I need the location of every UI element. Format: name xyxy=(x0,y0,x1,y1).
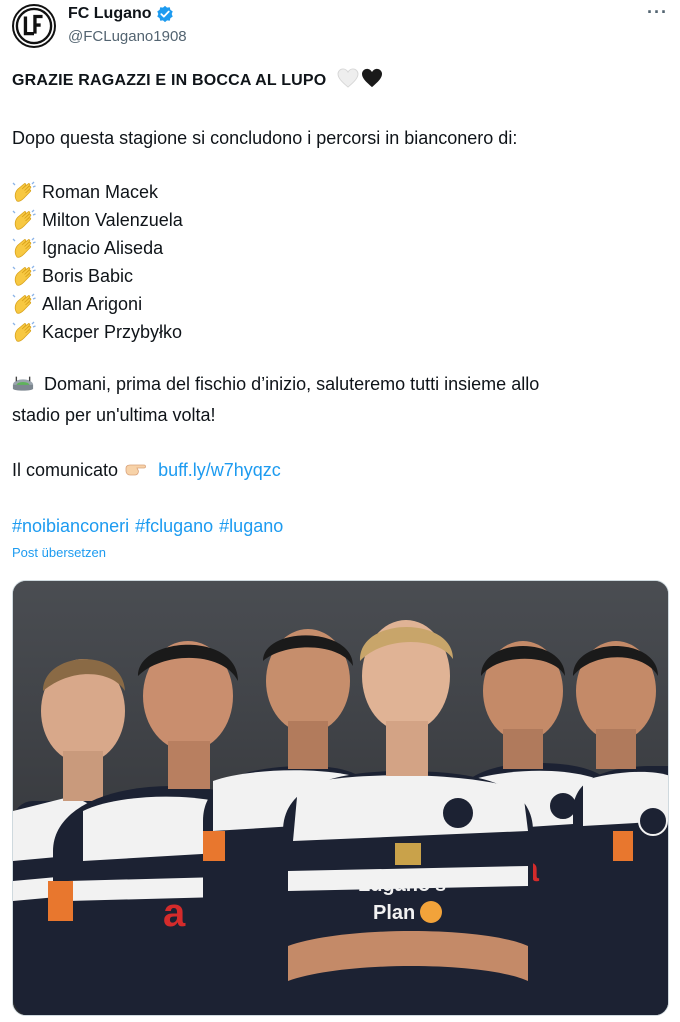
translate-post-link[interactable]: Post übersetzen xyxy=(12,545,106,560)
player-name: Boris Babic xyxy=(42,265,134,286)
list-item: Milton Valenzuela xyxy=(12,206,183,234)
waving-hand-icon xyxy=(12,181,36,202)
announcement-line-2: stadio per un'ultima volta! xyxy=(12,405,216,425)
team-photo[interactable]: a a xyxy=(12,580,669,1016)
list-item: Allan Arigoni xyxy=(12,290,183,318)
waving-hand-icon xyxy=(12,265,36,286)
announcement-text: Domani, prima del fischio d’inizio, salu… xyxy=(44,374,540,394)
player-list: Roman Macek Milton Valenzuela Ignacio Al… xyxy=(12,178,183,346)
author-display-name[interactable]: FC Lugano xyxy=(68,5,152,23)
svg-text:Lugano's: Lugano's xyxy=(358,874,446,896)
list-item: Roman Macek xyxy=(12,178,183,206)
white-heart-icon xyxy=(337,68,359,88)
comunicato-link[interactable]: buff.ly/w7hyqzc xyxy=(158,460,281,480)
more-icon[interactable]: ··· xyxy=(647,2,668,23)
verified-badge-icon xyxy=(156,5,173,23)
hearts-emoji xyxy=(337,68,383,88)
tweet-intro: Dopo questa stagione si concludono i per… xyxy=(12,128,518,148)
team-photo-image: a a xyxy=(13,581,668,1015)
player-name: Ignacio Aliseda xyxy=(42,237,164,258)
svg-text:Plan: Plan xyxy=(373,902,415,924)
list-item: Kacper Przybyłko xyxy=(12,318,183,346)
announcement-line-1: Domani, prima del fischio d’inizio, salu… xyxy=(12,372,539,396)
tweet-headline: GRAZIE RAGAZZI E IN BOCCA AL LUPO xyxy=(12,68,383,93)
player-figure xyxy=(573,641,668,1015)
pointing-right-icon xyxy=(125,464,146,476)
player-name: Kacper Przybyłko xyxy=(42,321,183,342)
list-item: Boris Babic xyxy=(12,262,183,290)
waving-hand-icon xyxy=(12,209,36,230)
waving-hand-icon xyxy=(12,237,36,258)
stadium-icon xyxy=(12,376,34,391)
headline-text: GRAZIE RAGAZZI E IN BOCCA AL LUPO xyxy=(12,72,327,89)
comunicato-label: Il comunicato xyxy=(12,460,119,480)
hashtag-link[interactable]: #noibianconeri xyxy=(12,516,129,536)
hashtag-link[interactable]: #fclugano xyxy=(135,516,213,536)
black-heart-icon xyxy=(362,68,383,88)
hashtag-link[interactable]: #lugano xyxy=(219,516,283,536)
tweet-card[interactable]: FC Lugano @FCLugano1908 ··· GRAZIE RAGAZ… xyxy=(0,0,680,1022)
waving-hand-icon xyxy=(12,321,36,342)
svg-text:a: a xyxy=(163,891,186,935)
hashtag-row: #noibianconeri #fclugano #lugano xyxy=(12,514,289,538)
comunicato-line: Il comunicato buff.ly/w7hyqzc xyxy=(12,458,281,482)
player-name: Milton Valenzuela xyxy=(42,209,183,230)
svg-text:UBS Helpetica: UBS Helpetica xyxy=(113,825,195,839)
avatar[interactable] xyxy=(12,4,56,48)
fc-lugano-logo-icon xyxy=(15,7,53,45)
player-name: Roman Macek xyxy=(42,181,159,202)
waving-hand-icon xyxy=(12,293,36,314)
author-name-row: FC Lugano xyxy=(68,5,174,23)
player-name: Allan Arigoni xyxy=(42,293,143,314)
author-handle[interactable]: @FCLugano1908 xyxy=(68,28,187,45)
list-item: Ignacio Aliseda xyxy=(12,234,183,262)
